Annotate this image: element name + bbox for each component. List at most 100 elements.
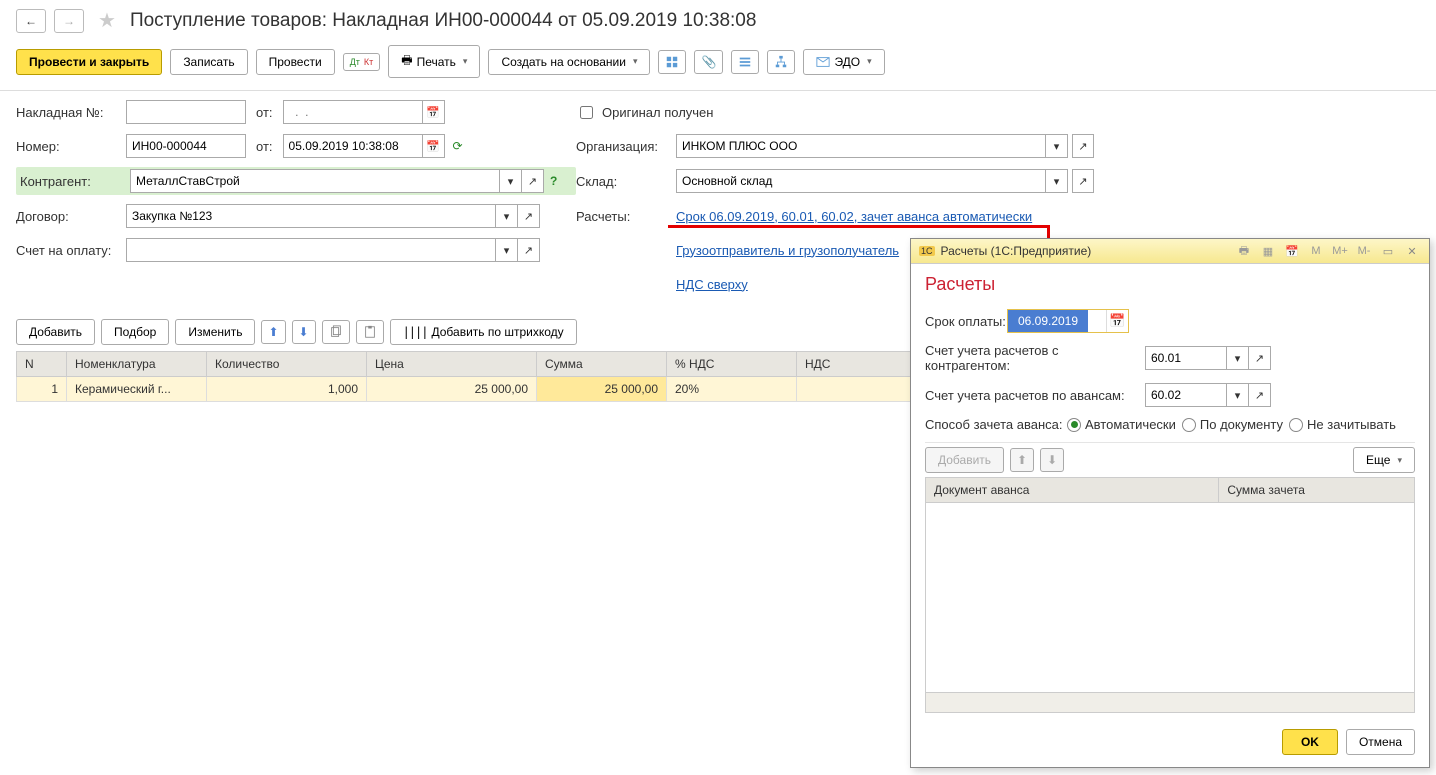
contract-input[interactable]: [126, 204, 496, 228]
payment-term-input[interactable]: [1008, 310, 1088, 332]
print-button[interactable]: 🖶 Печать ▾: [388, 45, 480, 78]
col-n: N: [17, 352, 67, 377]
copy-button[interactable]: [322, 320, 350, 344]
post-button[interactable]: Провести: [256, 49, 335, 75]
edo-button[interactable]: ЭДО ▾: [803, 49, 884, 75]
radio-none[interactable]: Не зачитывать: [1289, 417, 1396, 432]
nav-back-button[interactable]: ←: [16, 9, 46, 33]
dlg-more-button[interactable]: Еще ▾: [1353, 447, 1415, 473]
col-sum: Сумма зачета: [1219, 478, 1415, 503]
cancel-button[interactable]: Отмена: [1346, 729, 1415, 755]
create-based-button[interactable]: Создать на основании ▾: [488, 49, 650, 75]
help-icon[interactable]: ?: [550, 174, 557, 188]
refresh-icon[interactable]: ⟳: [453, 139, 463, 153]
org-input[interactable]: [676, 134, 1046, 158]
table-pick-button[interactable]: Подбор: [101, 319, 169, 345]
number-input[interactable]: [126, 134, 246, 158]
print-label: Печать: [417, 55, 456, 69]
contract-open[interactable]: ↗: [518, 204, 540, 228]
write-button[interactable]: Записать: [170, 49, 247, 75]
counterparty-input[interactable]: [130, 169, 500, 193]
empty-body: [926, 503, 1415, 693]
settlements-link[interactable]: Срок 06.09.2019, 60.01, 60.02, зачет ава…: [676, 209, 1032, 224]
contract-label: Договор:: [16, 209, 126, 224]
account-dropdown[interactable]: ▾: [496, 238, 518, 262]
radio-auto-label: Автоматически: [1085, 417, 1176, 432]
invoice-date-input[interactable]: [283, 100, 423, 124]
move-down-button[interactable]: ⬇: [292, 320, 316, 344]
advance-table: Документ аванса Сумма зачета: [925, 477, 1415, 713]
number-date-input[interactable]: [283, 134, 423, 158]
calendar-button-2[interactable]: 📅: [423, 134, 445, 158]
settlements-label: Расчеты:: [576, 209, 676, 224]
star-icon[interactable]: ★: [98, 8, 116, 33]
barcode-label: Добавить по штрихкоду: [431, 325, 563, 339]
acct-advance-input[interactable]: [1145, 383, 1227, 407]
radio-bydoc[interactable]: По документу: [1182, 417, 1283, 432]
structure-button[interactable]: [767, 50, 795, 74]
acct-adv-open[interactable]: ↗: [1249, 383, 1271, 407]
calendar-button[interactable]: 📅: [423, 100, 445, 124]
account-input[interactable]: [126, 238, 496, 262]
acct-cp-dropdown[interactable]: ▾: [1227, 346, 1249, 370]
mail-icon: [816, 55, 830, 69]
copy-icon: [329, 325, 343, 339]
col-doc: Документ аванса: [926, 478, 1219, 503]
payment-term-field: 📅: [1007, 309, 1129, 333]
calendar-icon[interactable]: 📅: [1283, 243, 1301, 259]
close-button[interactable]: ✕: [1403, 243, 1421, 259]
paste-icon: [363, 325, 377, 339]
chevron-down-icon: ▾: [867, 56, 872, 67]
dt-kt-button[interactable]: ДтКт: [343, 53, 381, 71]
acct-cp-open[interactable]: ↗: [1249, 346, 1271, 370]
ok-button[interactable]: OK: [1282, 729, 1338, 755]
print-icon[interactable]: 🖶: [1235, 243, 1253, 259]
minimize-button[interactable]: ▭: [1379, 243, 1397, 259]
chevron-down-icon: ▾: [633, 56, 638, 67]
invoice-no-input[interactable]: [126, 100, 246, 124]
memory-m[interactable]: M: [1307, 243, 1325, 259]
radio-dot-icon: [1067, 418, 1081, 432]
memory-mplus[interactable]: M+: [1331, 243, 1349, 259]
hierarchy-icon: [774, 55, 788, 69]
warehouse-open[interactable]: ↗: [1072, 169, 1094, 193]
counterparty-dropdown[interactable]: ▾: [500, 169, 522, 193]
acct-counterparty-input[interactable]: [1145, 346, 1227, 370]
chevron-down-icon: ▾: [463, 56, 468, 67]
main-toolbar: Провести и закрыть Записать Провести ДтК…: [0, 41, 1436, 91]
list-icon: [738, 55, 752, 69]
warehouse-input[interactable]: [676, 169, 1046, 193]
number-label: Номер:: [16, 139, 126, 154]
warehouse-dropdown[interactable]: ▾: [1046, 169, 1068, 193]
radio-circle-icon: [1182, 418, 1196, 432]
nav-forward-button[interactable]: →: [54, 9, 84, 33]
acct-adv-dropdown[interactable]: ▾: [1227, 383, 1249, 407]
cell-vatpct: 20%: [667, 377, 797, 402]
memory-mminus[interactable]: M-: [1355, 243, 1373, 259]
table-change-button[interactable]: Изменить: [175, 319, 255, 345]
org-open[interactable]: ↗: [1072, 134, 1094, 158]
post-and-close-button[interactable]: Провести и закрыть: [16, 49, 162, 75]
vat-link[interactable]: НДС сверху: [676, 277, 748, 292]
original-received-checkbox[interactable]: [580, 106, 593, 119]
calendar-button-dlg[interactable]: 📅: [1106, 310, 1128, 332]
account-open[interactable]: ↗: [518, 238, 540, 262]
dialog-window-title: Расчеты (1С:Предприятие): [941, 244, 1092, 258]
grid-icon[interactable]: ▦: [1259, 243, 1277, 259]
from-label-2: от:: [256, 139, 273, 154]
contract-dropdown[interactable]: ▾: [496, 204, 518, 228]
reports-button[interactable]: [658, 50, 686, 74]
radio-auto[interactable]: Автоматически: [1067, 417, 1176, 432]
paste-button[interactable]: [356, 320, 384, 344]
table-add-button[interactable]: Добавить: [16, 319, 95, 345]
move-up-button[interactable]: ⬆: [261, 320, 285, 344]
list-button[interactable]: [731, 50, 759, 74]
reports-icon: [665, 55, 679, 69]
consignor-link[interactable]: Грузоотправитель и грузополучатель: [676, 243, 899, 258]
attach-button[interactable]: 📎: [694, 50, 723, 74]
counterparty-open[interactable]: ↗: [522, 169, 544, 193]
warehouse-label: Склад:: [576, 174, 676, 189]
barcode-button[interactable]: |||| Добавить по штрихкоду: [390, 319, 577, 345]
org-dropdown[interactable]: ▾: [1046, 134, 1068, 158]
edo-label: ЭДО: [834, 55, 860, 69]
